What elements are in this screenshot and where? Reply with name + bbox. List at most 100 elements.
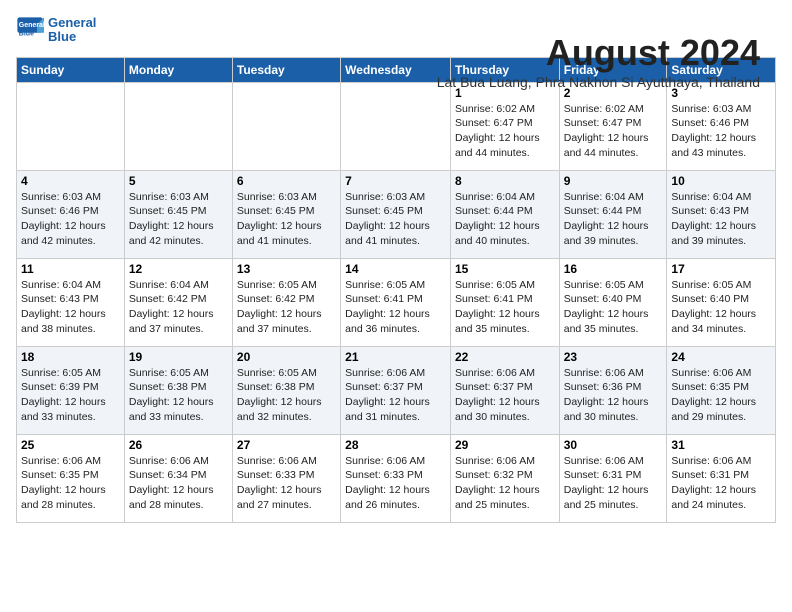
day-number: 14 <box>345 262 446 276</box>
day-info: Sunrise: 6:06 AM Sunset: 6:37 PM Dayligh… <box>345 366 446 425</box>
day-number: 7 <box>345 174 446 188</box>
day-info: Sunrise: 6:05 AM Sunset: 6:38 PM Dayligh… <box>129 366 228 425</box>
day-number: 27 <box>237 438 336 452</box>
calendar-cell: 2Sunrise: 6:02 AM Sunset: 6:47 PM Daylig… <box>559 82 667 170</box>
day-number: 29 <box>455 438 555 452</box>
day-info: Sunrise: 6:06 AM Sunset: 6:33 PM Dayligh… <box>237 454 336 513</box>
calendar-week-row: 18 Sunrise: 6:05 AM Sunset: 6:39 PM Dayli… <box>17 346 776 434</box>
calendar-cell: 12 Sunrise: 6:04 AM Sunset: 6:42 PM Dayli… <box>124 258 232 346</box>
calendar-cell: 9Sunrise: 6:04 AM Sunset: 6:44 PM Daylig… <box>559 170 667 258</box>
svg-text:General: General <box>19 22 44 29</box>
calendar-cell: 19 Sunrise: 6:05 AM Sunset: 6:38 PM Dayli… <box>124 346 232 434</box>
day-number: 28 <box>345 438 446 452</box>
calendar-cell: 28 Sunrise: 6:06 AM Sunset: 6:33 PM Dayli… <box>341 434 451 522</box>
calendar-cell: 8 Sunrise: 6:04 AM Sunset: 6:44 PM Daylig… <box>450 170 559 258</box>
calendar-cell: 21 Sunrise: 6:06 AM Sunset: 6:37 PM Dayli… <box>341 346 451 434</box>
calendar-cell: 17 Sunrise: 6:05 AM Sunset: 6:40 PM Dayli… <box>667 258 776 346</box>
day-info: Sunrise: 6:03 AM Sunset: 6:45 PM Dayligh… <box>129 190 228 249</box>
calendar-cell: 24 Sunrise: 6:06 AM Sunset: 6:35 PM Dayli… <box>667 346 776 434</box>
day-info: Sunrise: 6:02 AM Sunset: 6:47 PM Dayligh… <box>455 102 555 161</box>
day-info: Sunrise: 6:03 AM Sunset: 6:45 PM Dayligh… <box>345 190 446 249</box>
day-number: 11 <box>21 262 120 276</box>
day-info: Sunrise: 6:05 AM Sunset: 6:42 PM Dayligh… <box>237 278 336 337</box>
day-number: 25 <box>21 438 120 452</box>
calendar-cell: 7 Sunrise: 6:03 AM Sunset: 6:45 PM Daylig… <box>341 170 451 258</box>
day-number: 26 <box>129 438 228 452</box>
day-number: 16 <box>564 262 663 276</box>
day-number: 5 <box>129 174 228 188</box>
day-number: 15 <box>455 262 555 276</box>
calendar-cell: 6Sunrise: 6:03 AM Sunset: 6:45 PM Daylig… <box>232 170 340 258</box>
day-number: 9 <box>564 174 663 188</box>
day-info: Sunrise: 6:05 AM Sunset: 6:41 PM Dayligh… <box>455 278 555 337</box>
calendar-cell: 3Sunrise: 6:03 AM Sunset: 6:46 PM Daylig… <box>667 82 776 170</box>
day-info: Sunrise: 6:03 AM Sunset: 6:46 PM Dayligh… <box>21 190 120 249</box>
calendar-cell: 26 Sunrise: 6:06 AM Sunset: 6:34 PM Dayli… <box>124 434 232 522</box>
day-number: 23 <box>564 350 663 364</box>
day-number: 17 <box>671 262 771 276</box>
day-info: Sunrise: 6:06 AM Sunset: 6:35 PM Dayligh… <box>21 454 120 513</box>
day-info: Sunrise: 6:06 AM Sunset: 6:34 PM Dayligh… <box>129 454 228 513</box>
calendar-cell <box>124 82 232 170</box>
day-info: Sunrise: 6:03 AM Sunset: 6:46 PM Dayligh… <box>671 102 771 161</box>
svg-text:Blue: Blue <box>19 31 34 38</box>
day-number: 22 <box>455 350 555 364</box>
day-number: 8 <box>455 174 555 188</box>
page-header: General Blue General Blue August 2024 La… <box>16 16 776 49</box>
day-number: 10 <box>671 174 771 188</box>
general-blue-logo-icon: General Blue <box>16 16 44 44</box>
day-info: Sunrise: 6:05 AM Sunset: 6:39 PM Dayligh… <box>21 366 120 425</box>
calendar-cell: 31 Sunrise: 6:06 AM Sunset: 6:31 PM Dayli… <box>667 434 776 522</box>
day-info: Sunrise: 6:06 AM Sunset: 6:33 PM Dayligh… <box>345 454 446 513</box>
day-info: Sunrise: 6:05 AM Sunset: 6:40 PM Dayligh… <box>671 278 771 337</box>
weekday-header-tuesday: Tuesday <box>232 57 340 82</box>
day-number: 20 <box>237 350 336 364</box>
day-number: 21 <box>345 350 446 364</box>
calendar-cell: 11 Sunrise: 6:04 AM Sunset: 6:43 PM Dayli… <box>17 258 125 346</box>
calendar-cell <box>341 82 451 170</box>
calendar-week-row: 11 Sunrise: 6:04 AM Sunset: 6:43 PM Dayli… <box>17 258 776 346</box>
calendar-cell: 5 Sunrise: 6:03 AM Sunset: 6:45 PM Daylig… <box>124 170 232 258</box>
day-number: 18 <box>21 350 120 364</box>
day-info: Sunrise: 6:06 AM Sunset: 6:35 PM Dayligh… <box>671 366 771 425</box>
calendar-cell <box>17 82 125 170</box>
weekday-header-wednesday: Wednesday <box>341 57 451 82</box>
calendar-week-row: 4 Sunrise: 6:03 AM Sunset: 6:46 PM Daylig… <box>17 170 776 258</box>
calendar-cell: 18 Sunrise: 6:05 AM Sunset: 6:39 PM Dayli… <box>17 346 125 434</box>
location-subtitle: Lat Bua Luang, Phra Nakhon Si Ayutthaya,… <box>437 74 760 90</box>
day-info: Sunrise: 6:02 AM Sunset: 6:47 PM Dayligh… <box>564 102 663 161</box>
calendar-cell: 23 Sunrise: 6:06 AM Sunset: 6:36 PM Dayli… <box>559 346 667 434</box>
calendar-week-row: 1Sunrise: 6:02 AM Sunset: 6:47 PM Daylig… <box>17 82 776 170</box>
calendar-cell: 29Sunrise: 6:06 AM Sunset: 6:32 PM Dayli… <box>450 434 559 522</box>
day-info: Sunrise: 6:06 AM Sunset: 6:31 PM Dayligh… <box>671 454 771 513</box>
day-number: 24 <box>671 350 771 364</box>
day-info: Sunrise: 6:06 AM Sunset: 6:36 PM Dayligh… <box>564 366 663 425</box>
calendar-cell: 1Sunrise: 6:02 AM Sunset: 6:47 PM Daylig… <box>450 82 559 170</box>
calendar-week-row: 25 Sunrise: 6:06 AM Sunset: 6:35 PM Dayli… <box>17 434 776 522</box>
day-number: 19 <box>129 350 228 364</box>
calendar-cell: 22 Sunrise: 6:06 AM Sunset: 6:37 PM Dayli… <box>450 346 559 434</box>
day-info: Sunrise: 6:04 AM Sunset: 6:44 PM Dayligh… <box>455 190 555 249</box>
day-info: Sunrise: 6:04 AM Sunset: 6:43 PM Dayligh… <box>671 190 771 249</box>
calendar-cell: 16Sunrise: 6:05 AM Sunset: 6:40 PM Dayli… <box>559 258 667 346</box>
day-info: Sunrise: 6:04 AM Sunset: 6:42 PM Dayligh… <box>129 278 228 337</box>
day-info: Sunrise: 6:06 AM Sunset: 6:31 PM Dayligh… <box>564 454 663 513</box>
calendar-cell: 15 Sunrise: 6:05 AM Sunset: 6:41 PM Dayli… <box>450 258 559 346</box>
calendar-cell: 4 Sunrise: 6:03 AM Sunset: 6:46 PM Daylig… <box>17 170 125 258</box>
calendar-cell: 13 Sunrise: 6:05 AM Sunset: 6:42 PM Dayli… <box>232 258 340 346</box>
month-year-title: August 2024 <box>437 32 760 74</box>
day-info: Sunrise: 6:04 AM Sunset: 6:43 PM Dayligh… <box>21 278 120 337</box>
calendar-cell: 27 Sunrise: 6:06 AM Sunset: 6:33 PM Dayli… <box>232 434 340 522</box>
day-info: Sunrise: 6:05 AM Sunset: 6:41 PM Dayligh… <box>345 278 446 337</box>
calendar-cell <box>232 82 340 170</box>
logo-text: General Blue <box>48 16 96 45</box>
calendar-cell: 20Sunrise: 6:05 AM Sunset: 6:38 PM Dayli… <box>232 346 340 434</box>
weekday-header-sunday: Sunday <box>17 57 125 82</box>
day-info: Sunrise: 6:06 AM Sunset: 6:37 PM Dayligh… <box>455 366 555 425</box>
day-number: 13 <box>237 262 336 276</box>
day-number: 31 <box>671 438 771 452</box>
calendar-cell: 14 Sunrise: 6:05 AM Sunset: 6:41 PM Dayli… <box>341 258 451 346</box>
day-number: 12 <box>129 262 228 276</box>
calendar-table: SundayMondayTuesdayWednesdayThursdayFrid… <box>16 57 776 523</box>
day-number: 4 <box>21 174 120 188</box>
